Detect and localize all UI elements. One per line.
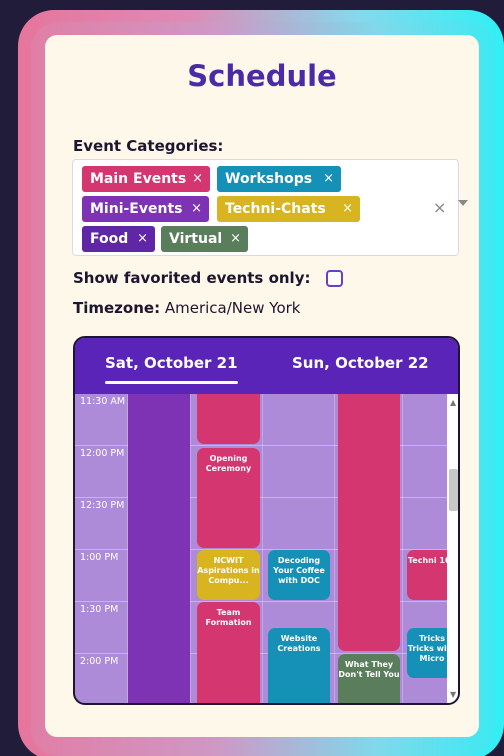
tag-main-events: Main Events × [82, 166, 210, 192]
time-label: 2:00 PM [80, 656, 119, 667]
event-website-creations[interactable]: Website Creations [268, 628, 330, 703]
event-title: Tricks Tricks with Micro [407, 634, 447, 663]
timezone-row: Timezone: America/New York [73, 299, 300, 317]
timezone-label: Timezone: [73, 299, 161, 317]
chevron-down-icon[interactable] [458, 200, 468, 206]
event-block[interactable] [338, 394, 400, 651]
timezone-value: America/New York [164, 299, 301, 317]
event-title: Opening Ceremony [205, 454, 252, 473]
tag-remove-icon[interactable]: × [137, 226, 148, 252]
schedule-card: Schedule Event Categories: Main Events ×… [45, 35, 479, 737]
time-label: 11:30 AM [80, 396, 126, 407]
event-title: Decoding Your Coffee with DOC [273, 556, 325, 585]
event-title: NCWIT Aspirations in Compu... [197, 556, 260, 585]
tab-day-sunday[interactable]: Sun, October 22 [292, 354, 429, 372]
scrollbar-thumb[interactable] [449, 469, 458, 511]
event-title: What They Don't Tell You [338, 660, 400, 679]
event-what-they-dont-tell-you[interactable]: What They Don't Tell You [338, 654, 400, 703]
favorites-label: Show favorited events only: [73, 269, 311, 287]
tag-remove-icon[interactable]: × [192, 166, 203, 192]
calendar-header: Sat, October 21 Sun, October 22 [75, 338, 458, 394]
column-line [190, 394, 191, 703]
tag-remove-icon[interactable]: × [191, 196, 202, 222]
column-line [402, 394, 403, 703]
time-label: 12:30 PM [80, 500, 125, 511]
event-block[interactable] [197, 394, 260, 444]
event-ncwit[interactable]: NCWIT Aspirations in Compu... [197, 550, 260, 600]
event-techni-101[interactable]: Techni 101 [407, 550, 447, 600]
tag-label: Mini-Events [90, 201, 183, 217]
event-block[interactable] [128, 394, 190, 703]
event-team-formation[interactable]: Team Formation [197, 602, 260, 703]
scroll-up-icon[interactable]: ▲ [450, 398, 456, 407]
tag-remove-icon[interactable]: × [323, 166, 334, 192]
clear-all-icon[interactable]: × [433, 198, 446, 217]
tag-techni-chats: Techni-Chats × [217, 196, 360, 222]
calendar-grid[interactable]: 11:30 AM 12:00 PM 12:30 PM 1:00 PM 1:30 … [75, 394, 447, 703]
tag-food: Food × [82, 226, 155, 252]
event-categories-select[interactable]: Main Events × Workshops × Mini-Events × … [72, 159, 468, 256]
calendar: Sat, October 21 Sun, October 22 11:30 AM… [73, 336, 460, 705]
tag-workshops: Workshops × [217, 166, 341, 192]
event-title: Website Creations [277, 634, 321, 653]
tag-label: Virtual [169, 231, 223, 247]
calendar-scrollbar[interactable]: ▲ ▼ [447, 394, 458, 703]
event-tricks[interactable]: Tricks Tricks with Micro [407, 628, 447, 678]
favorites-checkbox[interactable] [326, 270, 343, 287]
tag-virtual: Virtual × [161, 226, 248, 252]
active-tab-indicator [105, 381, 238, 384]
event-title: Techni 101 [407, 556, 447, 565]
scroll-down-icon[interactable]: ▼ [450, 690, 456, 699]
time-label: 12:00 PM [80, 448, 125, 459]
event-categories-label: Event Categories: [73, 137, 224, 155]
tag-remove-icon[interactable]: × [342, 196, 353, 222]
column-line [334, 394, 335, 703]
tag-label: Food [90, 231, 129, 247]
column-line [262, 394, 263, 703]
tag-label: Workshops [225, 171, 313, 187]
time-label: 1:00 PM [80, 552, 119, 563]
time-label: 1:30 PM [80, 604, 119, 615]
tag-label: Main Events [90, 171, 187, 187]
tag-remove-icon[interactable]: × [230, 226, 241, 252]
tab-day-saturday[interactable]: Sat, October 21 [105, 354, 238, 372]
event-opening-ceremony[interactable]: Opening Ceremony [197, 448, 260, 548]
event-decoding-coffee[interactable]: Decoding Your Coffee with DOC [268, 550, 330, 600]
tag-label: Techni-Chats [225, 201, 326, 217]
event-title: Team Formation [205, 608, 252, 627]
tag-mini-events: Mini-Events × [82, 196, 209, 222]
page-title: Schedule [187, 59, 337, 93]
